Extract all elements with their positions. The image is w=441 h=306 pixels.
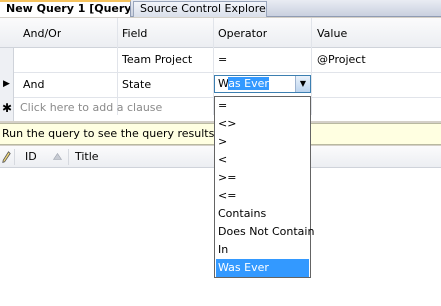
- clause-1-operator[interactable]: =: [218, 48, 227, 72]
- column-divider: [14, 149, 15, 165]
- column-divider: [68, 149, 69, 165]
- results-column-title[interactable]: Title: [75, 150, 99, 163]
- clause-1-value[interactable]: @Project: [317, 48, 366, 72]
- operator-value-prefix: W: [218, 77, 229, 90]
- tab-source-control-explorer[interactable]: Source Control Explorer: [133, 1, 267, 17]
- clause-1-and-or[interactable]: [20, 48, 114, 72]
- operator-option[interactable]: Does Not Contain: [216, 223, 314, 241]
- operator-option[interactable]: <=: [216, 187, 309, 205]
- operator-option-selected[interactable]: Was Ever: [216, 259, 309, 277]
- clause-1-field[interactable]: Team Project: [122, 48, 192, 72]
- operator-dropdown-list: = <> > < >= <= Contains Does Not Contain…: [214, 96, 314, 278]
- column-header-field[interactable]: Field: [122, 18, 147, 48]
- operator-combobox[interactable]: Was Ever ▼: [214, 75, 311, 93]
- operator-option[interactable]: <>: [216, 115, 309, 133]
- dropdown-arrow-icon[interactable]: ▼: [295, 76, 310, 92]
- document-tab-strip: New Query 1 [Query]* Source Control Expl…: [0, 0, 441, 17]
- new-row-asterisk-icon: ✱: [2, 101, 13, 115]
- tab-new-query-1[interactable]: New Query 1 [Query]*: [0, 0, 131, 17]
- column-divider: [311, 18, 312, 115]
- sort-ascending-icon[interactable]: [53, 153, 62, 160]
- operator-option[interactable]: >: [216, 133, 309, 151]
- row-divider: [14, 72, 441, 73]
- operator-option[interactable]: Contains: [216, 205, 309, 223]
- pencil-icon: [2, 151, 11, 163]
- operator-option[interactable]: =: [216, 97, 309, 115]
- column-header-value[interactable]: Value: [317, 18, 347, 48]
- current-row-arrow-icon: ▶: [3, 79, 10, 89]
- column-header-operator[interactable]: Operator: [218, 18, 267, 48]
- status-message: Run the query to see the query results.: [2, 127, 218, 140]
- operator-option[interactable]: >=: [216, 169, 309, 187]
- results-column-id[interactable]: ID: [25, 150, 37, 163]
- add-clause-row[interactable]: Click here to add a clause: [20, 98, 162, 118]
- column-header-and-or[interactable]: And/Or: [23, 18, 61, 48]
- operator-option[interactable]: In: [216, 241, 309, 259]
- clause-2-field[interactable]: State: [122, 73, 151, 97]
- operator-option[interactable]: <: [216, 151, 309, 169]
- operator-combobox-text[interactable]: Was Ever: [217, 77, 270, 91]
- operator-value-selected-text: as Ever: [228, 77, 269, 90]
- clause-2-and-or[interactable]: And: [23, 73, 44, 97]
